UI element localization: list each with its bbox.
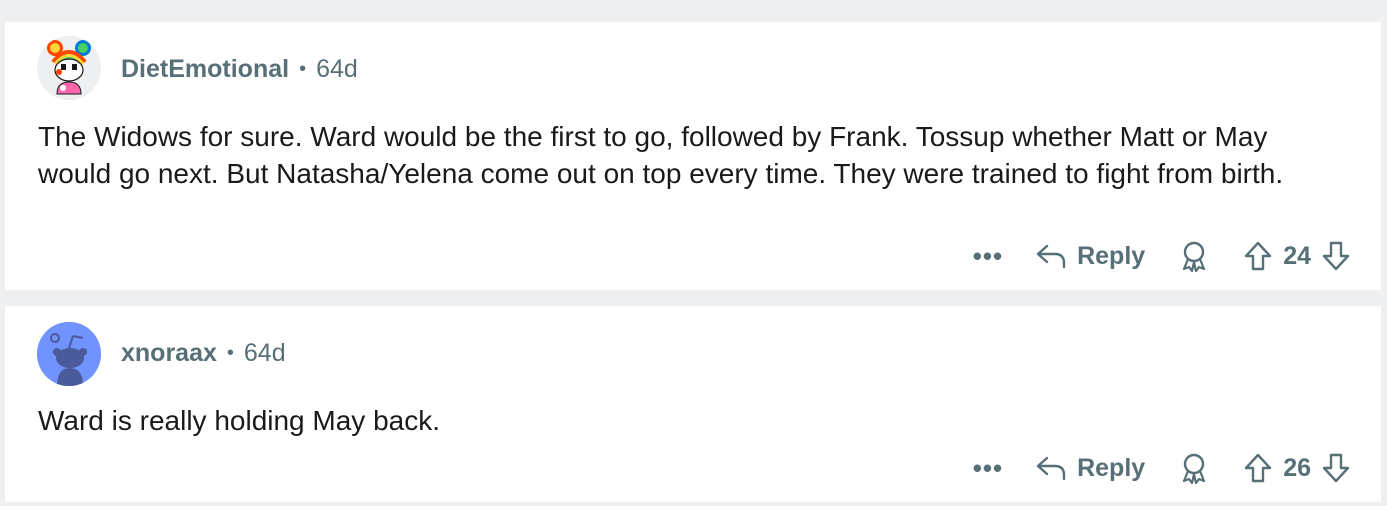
comment-age[interactable]: 64d	[244, 339, 286, 368]
award-button[interactable]	[1179, 452, 1209, 484]
award-icon	[1179, 452, 1209, 484]
comment-body: The Widows for sure. Ward would be the f…	[38, 121, 1284, 189]
meta-separator: •	[226, 342, 234, 364]
more-options-button[interactable]: •••	[973, 455, 1003, 481]
comment-meta: DietEmotional • 64d	[121, 55, 358, 84]
vote-score: 26	[1283, 453, 1311, 482]
comment-actions: ••• Reply	[973, 452, 1351, 484]
comment-actions: ••• Reply	[973, 240, 1351, 272]
avatar[interactable]	[37, 322, 101, 386]
more-options-button[interactable]: •••	[973, 243, 1003, 269]
avatar[interactable]	[37, 36, 101, 100]
downvote-arrow-icon[interactable]	[1321, 453, 1351, 483]
upvote-arrow-icon[interactable]	[1243, 241, 1273, 271]
comment-body: Ward is really holding May back.	[38, 405, 441, 436]
reply-button[interactable]: Reply	[1035, 454, 1145, 483]
snoo-avatar-icon	[37, 322, 101, 386]
comment-card: xnoraax • 64d Ward is really holding May…	[5, 306, 1381, 502]
meta-separator: •	[299, 58, 307, 80]
comment-meta: xnoraax • 64d	[121, 339, 286, 368]
comment-feed: DietEmotional • 64d The Widows for sure.…	[0, 0, 1387, 506]
vote-controls: 24	[1243, 241, 1351, 271]
award-button[interactable]	[1179, 240, 1209, 272]
reply-arrow-icon	[1035, 243, 1077, 269]
reply-arrow-icon	[1035, 455, 1077, 481]
vote-controls: 26	[1243, 453, 1351, 483]
comment-age[interactable]: 64d	[316, 55, 358, 84]
username-link[interactable]: xnoraax	[121, 339, 217, 368]
downvote-arrow-icon[interactable]	[1321, 241, 1351, 271]
upvote-arrow-icon[interactable]	[1243, 453, 1273, 483]
snoo-avatar-icon	[37, 36, 101, 100]
award-icon	[1179, 240, 1209, 272]
reply-button[interactable]: Reply	[1035, 242, 1145, 271]
reply-label: Reply	[1077, 241, 1146, 270]
username-link[interactable]: DietEmotional	[121, 55, 289, 84]
vote-score: 24	[1283, 241, 1311, 270]
reply-label: Reply	[1077, 453, 1146, 482]
comment-card: DietEmotional • 64d The Widows for sure.…	[5, 22, 1381, 290]
